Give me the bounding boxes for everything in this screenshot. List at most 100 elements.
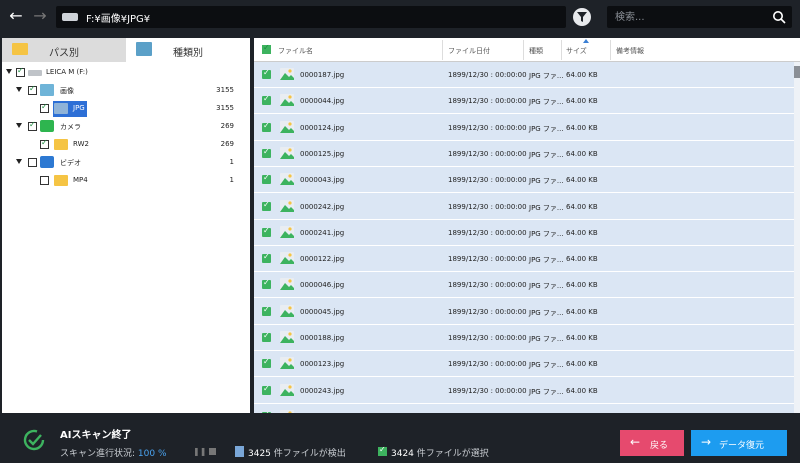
checkbox[interactable] — [40, 176, 49, 185]
table-row[interactable]: 0000046.jpg 1899/12/30 : 00:00:00JPG ファ..… — [254, 272, 794, 299]
search-box — [607, 6, 792, 28]
scan-complete-icon — [23, 429, 45, 451]
tree-count: 3155 — [216, 104, 234, 112]
checkbox[interactable] — [40, 138, 49, 149]
path-field[interactable]: F:¥画像¥JPG¥ — [56, 6, 566, 28]
back-arrow-icon[interactable]: ← — [6, 6, 26, 26]
file-size: 64.00 KB — [566, 176, 598, 185]
checkbox[interactable] — [16, 66, 25, 77]
expand-arrow-icon[interactable] — [16, 87, 22, 92]
expand-arrow-icon[interactable] — [16, 123, 22, 128]
tree-item-images[interactable]: 画像 3155 — [2, 82, 250, 100]
file-name: 0000241.jpg — [300, 228, 345, 237]
row-checkbox[interactable] — [262, 410, 271, 413]
pause-icon[interactable]: ❚❚ — [193, 447, 206, 456]
tree-label: RW2 — [73, 140, 89, 148]
recover-button[interactable]: → データ復元 — [691, 430, 787, 456]
top-toolbar: ← → F:¥画像¥JPG¥ — [0, 0, 800, 34]
checkbox[interactable] — [28, 84, 37, 95]
tree-item-video[interactable]: ビデオ 1 — [2, 154, 250, 172]
checkbox[interactable] — [40, 102, 49, 113]
table-header: ファイル名 ファイル日付 種類 サイズ 備考情報 — [254, 38, 800, 62]
video-icon — [40, 156, 54, 168]
tab-label: 種類別 — [173, 48, 203, 59]
row-checkbox[interactable] — [262, 173, 271, 185]
table-row[interactable]: 0000187.jpg 1899/12/30 : 00:00:00JPG ファ..… — [254, 62, 794, 88]
checkbox[interactable] — [28, 158, 37, 167]
tab-by-type[interactable]: 種類別 — [126, 38, 250, 62]
row-checkbox[interactable] — [262, 305, 271, 316]
row-checkbox[interactable] — [262, 226, 271, 237]
table-row[interactable]: 0000243.jpg 1899/12/30 : 00:00:00JPG ファ..… — [254, 378, 794, 404]
table-row[interactable]: 0000125.jpg 1899/12/30 : 00:00:00JPG ファ..… — [254, 141, 794, 167]
tree-label: LEICA M (F:) — [46, 68, 88, 76]
row-checkbox[interactable] — [262, 121, 271, 132]
expand-arrow-icon[interactable] — [16, 159, 22, 164]
row-checkbox[interactable] — [262, 278, 271, 290]
file-name: 0000046.jpg — [300, 281, 345, 290]
search-icon[interactable] — [772, 10, 786, 24]
expand-arrow-icon[interactable] — [6, 69, 12, 74]
vertical-scrollbar[interactable] — [794, 62, 800, 413]
table-row[interactable]: 0000044.jpg 1899/12/30 : 00:00:00JPG ファ..… — [254, 88, 794, 115]
stop-icon[interactable] — [209, 448, 216, 455]
image-file-icon — [280, 383, 294, 396]
tree-item-jpg[interactable]: JPG 3155 — [2, 100, 250, 118]
tree-count: 1 — [229, 158, 234, 166]
row-checkbox[interactable] — [262, 384, 271, 395]
row-checkbox[interactable] — [262, 357, 271, 369]
tab-by-path[interactable]: パス別 — [2, 38, 126, 62]
tree-item-drive[interactable]: LEICA M (F:) — [2, 64, 250, 82]
row-checkbox[interactable] — [262, 68, 271, 79]
back-button-label: 戻る — [650, 441, 669, 451]
back-button[interactable]: ← 戻る — [620, 430, 684, 456]
file-date: 1899/12/30 : 00:00:00 — [448, 228, 527, 237]
tree-item-camera[interactable]: カメラ 269 — [2, 118, 250, 136]
tree-item-rw2[interactable]: RW2 269 — [2, 136, 250, 154]
file-type: JPG ファ... — [529, 177, 564, 186]
image-file-icon — [280, 357, 294, 370]
checkbox[interactable] — [28, 120, 37, 131]
column-divider — [610, 40, 611, 60]
tree-label: ビデオ — [60, 159, 81, 167]
file-type: JPG ファ... — [529, 282, 564, 291]
row-checkbox[interactable] — [262, 331, 271, 342]
column-header-notes[interactable]: 備考情報 — [616, 46, 644, 56]
image-file-icon — [280, 409, 294, 413]
row-checkbox[interactable] — [262, 200, 271, 211]
search-input[interactable] — [607, 6, 767, 28]
file-name: 0000124.jpg — [300, 123, 345, 132]
tree-item-mp4[interactable]: MP4 1 — [2, 172, 250, 190]
forward-arrow-icon[interactable]: → — [30, 6, 50, 26]
scan-status-title: AIスキャン終了 — [60, 430, 132, 441]
row-checkbox[interactable] — [262, 94, 271, 106]
table-row[interactable]: 0000241.jpg 1899/12/30 : 00:00:00JPG ファ..… — [254, 220, 794, 246]
filter-icon — [577, 12, 587, 22]
file-type: JPG ファ... — [529, 335, 564, 343]
file-size: 64.00 KB — [566, 307, 598, 316]
column-header-type[interactable]: 種類 — [529, 46, 543, 56]
row-checkbox[interactable] — [262, 147, 271, 158]
row-checkbox[interactable] — [262, 252, 271, 264]
file-type: JPG ファ... — [529, 124, 564, 133]
file-size: 64.00 KB — [566, 123, 598, 132]
column-header-date[interactable]: ファイル日付 — [448, 46, 490, 56]
select-all-checkbox[interactable] — [262, 43, 271, 54]
scrollbar-thumb[interactable] — [794, 66, 800, 78]
table-row[interactable]: 0000045.jpg 1899/12/30 : 00:00:00JPG ファ..… — [254, 299, 794, 325]
table-row[interactable]: 0000188.jpg 1899/12/30 : 00:00:00JPG ファ..… — [254, 325, 794, 351]
table-row[interactable]: 0000123.jpg 1899/12/30 : 00:00:00JPG ファ..… — [254, 351, 794, 378]
column-header-filename[interactable]: ファイル名 — [278, 46, 313, 56]
file-type: JPG ファ... — [529, 98, 564, 107]
table-row[interactable]: 0000043.jpg 1899/12/30 : 00:00:00JPG ファ..… — [254, 167, 794, 194]
column-header-size[interactable]: サイズ — [566, 46, 587, 56]
table-row[interactable]: 0000040.jpg1899/12/30 : 00:00:00JPG ファ..… — [254, 404, 794, 413]
tree-count: 269 — [220, 140, 234, 148]
tree-label: MP4 — [73, 176, 88, 184]
image-file-icon — [280, 331, 294, 343]
table-row[interactable]: 0000242.jpg 1899/12/30 : 00:00:00JPG ファ..… — [254, 194, 794, 220]
table-row[interactable]: 0000122.jpg 1899/12/30 : 00:00:00JPG ファ..… — [254, 246, 794, 273]
folder-icon — [54, 139, 68, 150]
filter-button[interactable] — [573, 8, 591, 26]
table-row[interactable]: 0000124.jpg 1899/12/30 : 00:00:00JPG ファ..… — [254, 115, 794, 141]
